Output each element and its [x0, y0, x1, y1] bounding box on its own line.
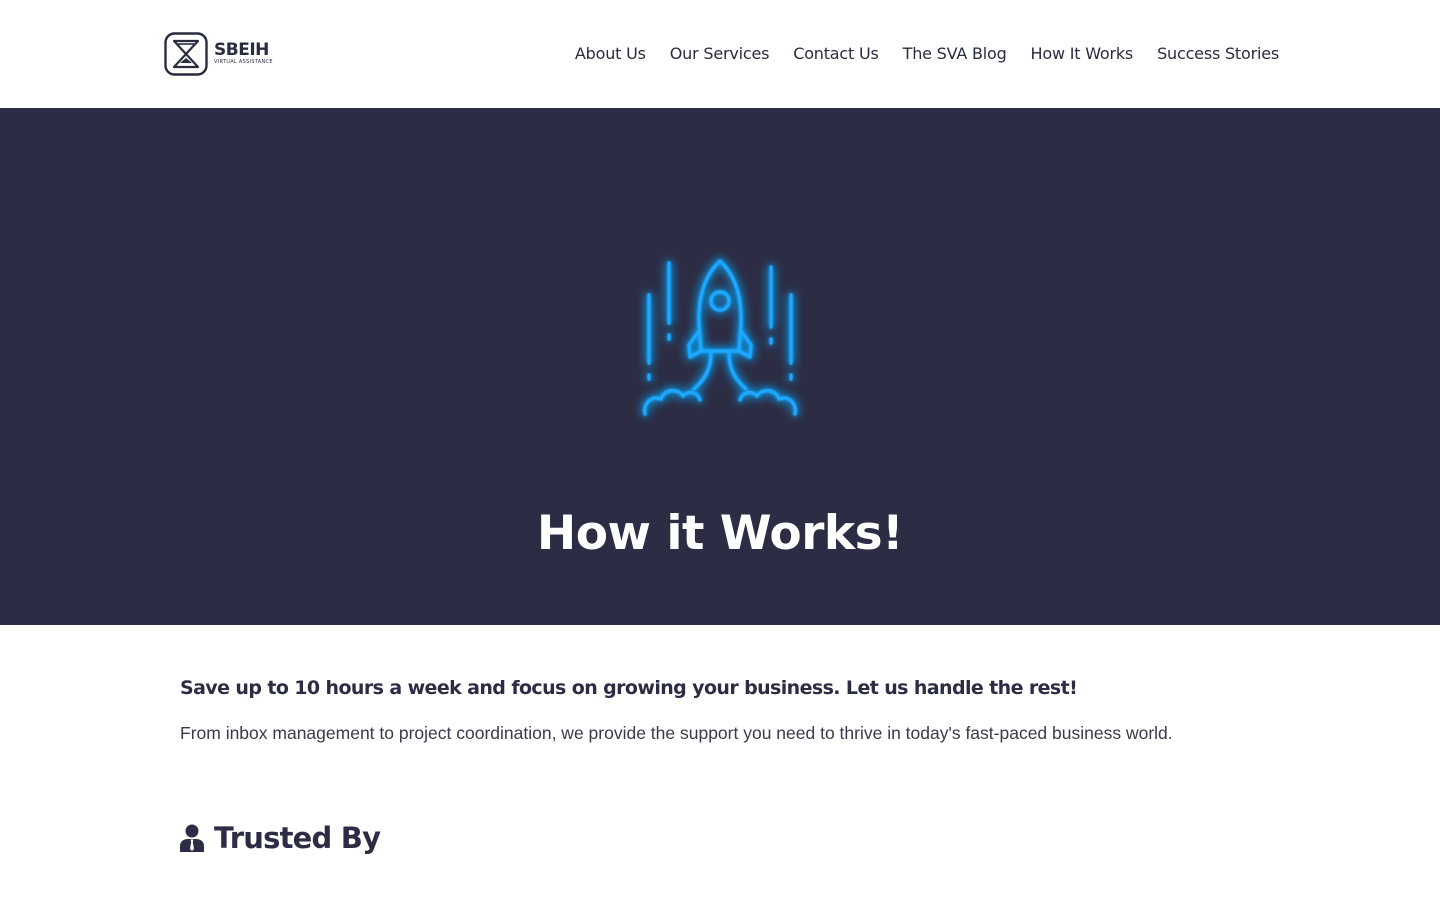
logo-link[interactable]: SBEIH VIRTUAL ASSISTANCE [164, 32, 273, 76]
logo-text: SBEIH VIRTUAL ASSISTANCE [214, 42, 273, 66]
nav-about-us[interactable]: About Us [575, 42, 646, 66]
main-nav: About Us Our Services Contact Us The SVA… [575, 42, 1279, 66]
nav-how-it-works[interactable]: How It Works [1031, 42, 1134, 66]
logo-name: SBEIH [214, 40, 269, 60]
page-title: How it Works! [536, 506, 904, 561]
intro-text: From inbox management to project coordin… [180, 723, 1173, 743]
nav-contact-us[interactable]: Contact Us [793, 42, 879, 66]
trusted-by-title: Trusted By [214, 821, 381, 855]
logo-tagline: VIRTUAL ASSISTANCE [214, 59, 273, 65]
intro-heading: Save up to 10 hours a week and focus on … [180, 677, 1078, 699]
logo-hourglass-icon [164, 32, 208, 76]
user-tie-icon [180, 824, 204, 852]
nav-sva-blog[interactable]: The SVA Blog [903, 42, 1007, 66]
nav-success-stories[interactable]: Success Stories [1157, 42, 1279, 66]
site-header: SBEIH VIRTUAL ASSISTANCE About Us Our Se… [0, 0, 1440, 108]
rocket-launch-icon [643, 259, 797, 416]
hero-banner: How it Works! [0, 108, 1440, 625]
nav-our-services[interactable]: Our Services [670, 42, 770, 66]
trusted-by-section: Trusted By [180, 818, 381, 858]
